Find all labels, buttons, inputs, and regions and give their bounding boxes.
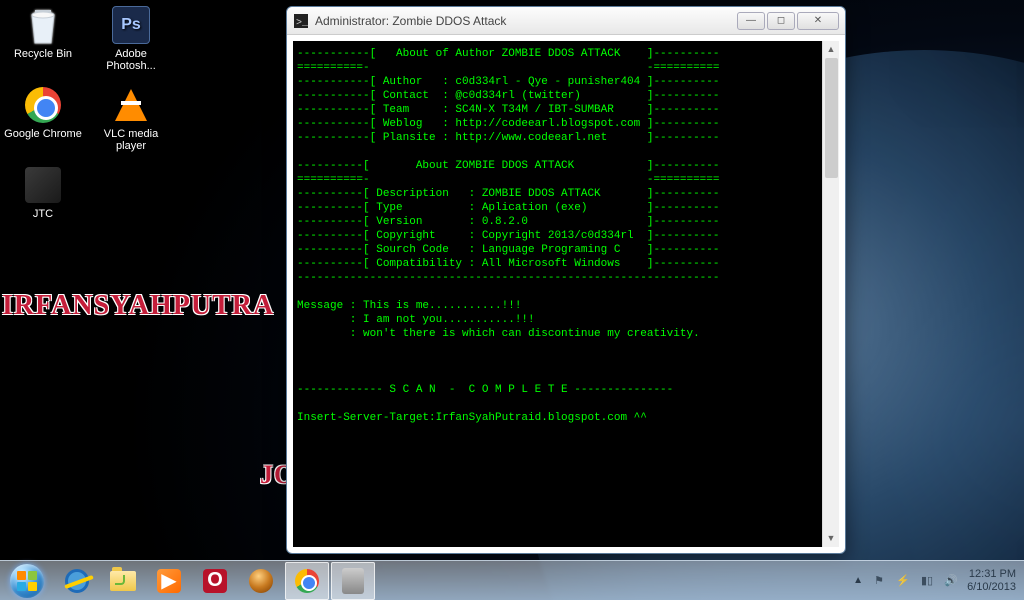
desktop-icons-area: Recycle Bin Ps Adobe Photosh... Google C… [4, 4, 170, 236]
start-button[interactable] [0, 561, 54, 600]
power-icon[interactable]: ⚡ [895, 574, 911, 587]
tray-show-hidden-icon[interactable]: ▲ [853, 575, 863, 586]
media-player-icon: ▶ [155, 567, 183, 595]
icon-label: JTC [33, 208, 53, 220]
taskbar-ie[interactable] [55, 562, 99, 600]
vlc-icon [110, 84, 152, 126]
window-title: Administrator: Zombie DDOS Attack [315, 14, 737, 28]
flag-icon[interactable]: ⚑ [871, 574, 887, 587]
window-client-area: -----------[ About of Author ZOMBIE DDOS… [293, 41, 839, 547]
chrome-icon [293, 567, 321, 595]
taskbar-explorer[interactable] [101, 562, 145, 600]
windows-orb-icon [10, 564, 44, 598]
minimize-button[interactable]: — [737, 12, 765, 30]
jtc-icon [22, 164, 64, 206]
console-window: >_ Administrator: Zombie DDOS Attack — ◻… [286, 6, 846, 554]
recycle-bin-icon [22, 4, 64, 46]
taskbar-opera[interactable]: O [193, 562, 237, 600]
icon-label: Recycle Bin [14, 48, 72, 60]
window-titlebar[interactable]: >_ Administrator: Zombie DDOS Attack — ◻… [287, 7, 845, 35]
window-buttons: — ◻ ✕ [737, 12, 839, 30]
network-icon[interactable]: ▮▯ [919, 574, 935, 587]
desktop-icon-photoshop[interactable]: Ps Adobe Photosh... [92, 4, 170, 76]
clock-date: 6/10/2013 [967, 581, 1016, 594]
icon-label: Adobe Photosh... [92, 48, 170, 72]
ie-icon [63, 567, 91, 595]
scroll-thumb[interactable] [825, 58, 838, 178]
taskbar-console[interactable] [331, 562, 375, 600]
icon-label: Google Chrome [4, 128, 82, 140]
taskbar-mediaplayer[interactable]: ▶ [147, 562, 191, 600]
scroll-down-arrow[interactable]: ▼ [823, 530, 839, 547]
desktop-wallpaper: Recycle Bin Ps Adobe Photosh... Google C… [0, 0, 1024, 600]
desktop-icon-chrome[interactable]: Google Chrome [4, 84, 82, 156]
scroll-up-arrow[interactable]: ▲ [823, 41, 839, 58]
clock[interactable]: 12:31 PM 6/10/2013 [967, 568, 1016, 594]
volume-icon[interactable]: 🔊 [943, 574, 959, 587]
system-tray: ▲ ⚑ ⚡ ▮▯ 🔊 12:31 PM 6/10/2013 [853, 561, 1024, 600]
svg-text:>_: >_ [296, 18, 308, 28]
clock-time: 12:31 PM [967, 568, 1016, 581]
close-button[interactable]: ✕ [797, 12, 839, 30]
cmd-icon: >_ [293, 13, 309, 29]
robot-icon [339, 567, 367, 595]
watermark-top: IRFANSYAHPUTRA [2, 290, 274, 322]
desktop-icon-recycle-bin[interactable]: Recycle Bin [4, 4, 82, 76]
folder-icon [109, 567, 137, 595]
icon-label: VLC media player [92, 128, 170, 152]
taskbar-chrome[interactable] [285, 562, 329, 600]
terminal-output[interactable]: -----------[ About of Author ZOMBIE DDOS… [293, 41, 822, 547]
garena-icon [247, 567, 275, 595]
photoshop-icon: Ps [110, 4, 152, 46]
taskbar-garena[interactable] [239, 562, 283, 600]
chrome-icon [22, 84, 64, 126]
scrollbar[interactable]: ▲ ▼ [822, 41, 839, 547]
maximize-button[interactable]: ◻ [767, 12, 795, 30]
desktop-icon-jtc[interactable]: JTC [4, 164, 82, 236]
desktop-icon-vlc[interactable]: VLC media player [92, 84, 170, 156]
opera-icon: O [201, 567, 229, 595]
taskbar: ▶ O ▲ ⚑ ⚡ ▮▯ 🔊 12:31 PM 6/10/2013 [0, 560, 1024, 600]
